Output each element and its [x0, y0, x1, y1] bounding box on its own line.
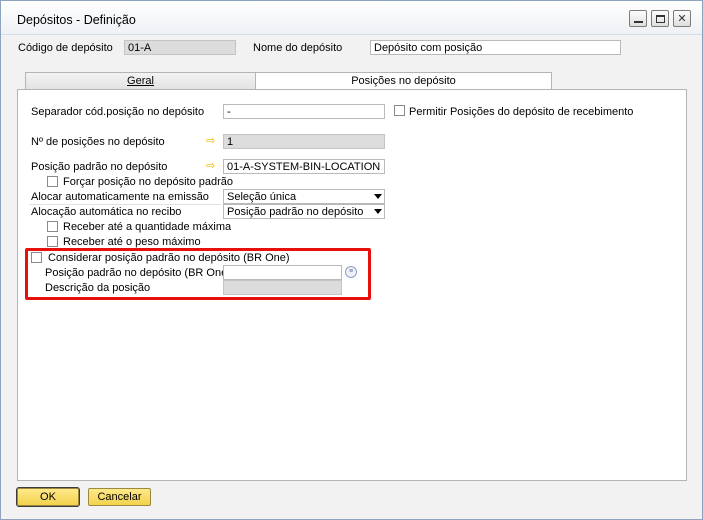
ok-button-label: OK — [40, 491, 56, 503]
auto-alloc-receipt-value: Posição padrão no depósito — [227, 206, 364, 218]
warehouse-name-field[interactable]: Depósito com posição — [370, 40, 621, 55]
maximize-icon — [655, 14, 665, 23]
link-arrow-icon[interactable]: ⇨ — [206, 160, 219, 171]
separator-field[interactable]: - — [223, 104, 385, 119]
default-position-field[interactable]: 01-A-SYSTEM-BIN-LOCATION — [223, 159, 385, 174]
warehouse-name-label: Nome do depósito — [253, 42, 343, 54]
auto-alloc-issue-select[interactable]: Seleção única — [223, 189, 385, 204]
receive-max-weight-label: Receber até o peso máximo — [63, 236, 201, 248]
num-positions-label: Nº de posições no depósito — [31, 136, 165, 148]
dropdown-arrow-icon — [374, 209, 382, 214]
link-arrow-icon[interactable]: ⇨ — [206, 135, 219, 146]
close-button[interactable]: ✕ — [673, 10, 691, 27]
choose-from-list-icon[interactable]: ≡ — [345, 266, 357, 278]
bin-description-label: Descrição da posição — [45, 282, 151, 294]
warehouse-code-field[interactable]: 01-A — [124, 40, 236, 55]
dropdown-arrow-icon — [374, 194, 382, 199]
row-divider — [29, 204, 221, 205]
consider-br-one-checkbox[interactable] — [31, 252, 42, 263]
tab-general-label: Geral — [127, 75, 154, 87]
separator-label: Separador cód.posição no depósito — [31, 106, 205, 118]
receive-max-qty-label: Receber até a quantidade máxima — [63, 221, 232, 233]
minimize-icon — [633, 14, 643, 23]
ok-button[interactable]: OK — [16, 487, 80, 507]
force-default-checkbox[interactable] — [47, 176, 58, 187]
br-one-default-position-label: Posição padrão no depósito (BR One) — [45, 267, 231, 279]
auto-alloc-receipt-label: Alocação automática no recibo — [31, 206, 182, 218]
auto-alloc-receipt-select[interactable]: Posição padrão no depósito — [223, 204, 385, 219]
consider-br-one-label: Considerar posição padrão no depósito (B… — [48, 252, 290, 264]
minimize-button[interactable] — [629, 10, 647, 27]
close-icon: ✕ — [677, 12, 687, 25]
tab-general[interactable]: Geral — [25, 72, 256, 90]
num-positions-field[interactable]: 1 — [223, 134, 385, 149]
window-title: Depósitos - Definição — [17, 13, 136, 27]
default-position-label: Posição padrão no depósito — [31, 161, 168, 173]
receive-max-qty-checkbox[interactable] — [47, 221, 58, 232]
br-one-default-position-field[interactable] — [223, 265, 342, 280]
receive-max-weight-checkbox[interactable] — [47, 236, 58, 247]
warehouse-code-label: Código de depósito — [18, 42, 113, 54]
auto-alloc-issue-label: Alocar automaticamente na emissão — [31, 191, 209, 203]
auto-alloc-issue-value: Seleção única — [227, 191, 297, 203]
maximize-button[interactable] — [651, 10, 669, 27]
permit-receiving-bins-label: Permitir Posições do depósito de recebim… — [409, 106, 634, 118]
force-default-label: Forçar posição no depósito padrão — [63, 176, 233, 188]
warehouse-definition-window: Depósitos - Definição ✕ Código de depósi… — [0, 0, 703, 520]
tab-bin-locations-label: Posições no depósito — [351, 75, 456, 87]
bin-description-field[interactable] — [223, 280, 342, 295]
title-bar: Depósitos - Definição ✕ — [1, 1, 702, 35]
cancel-button[interactable]: Cancelar — [88, 488, 151, 506]
cancel-button-label: Cancelar — [97, 491, 142, 503]
permit-receiving-bins-checkbox[interactable] — [394, 105, 405, 116]
